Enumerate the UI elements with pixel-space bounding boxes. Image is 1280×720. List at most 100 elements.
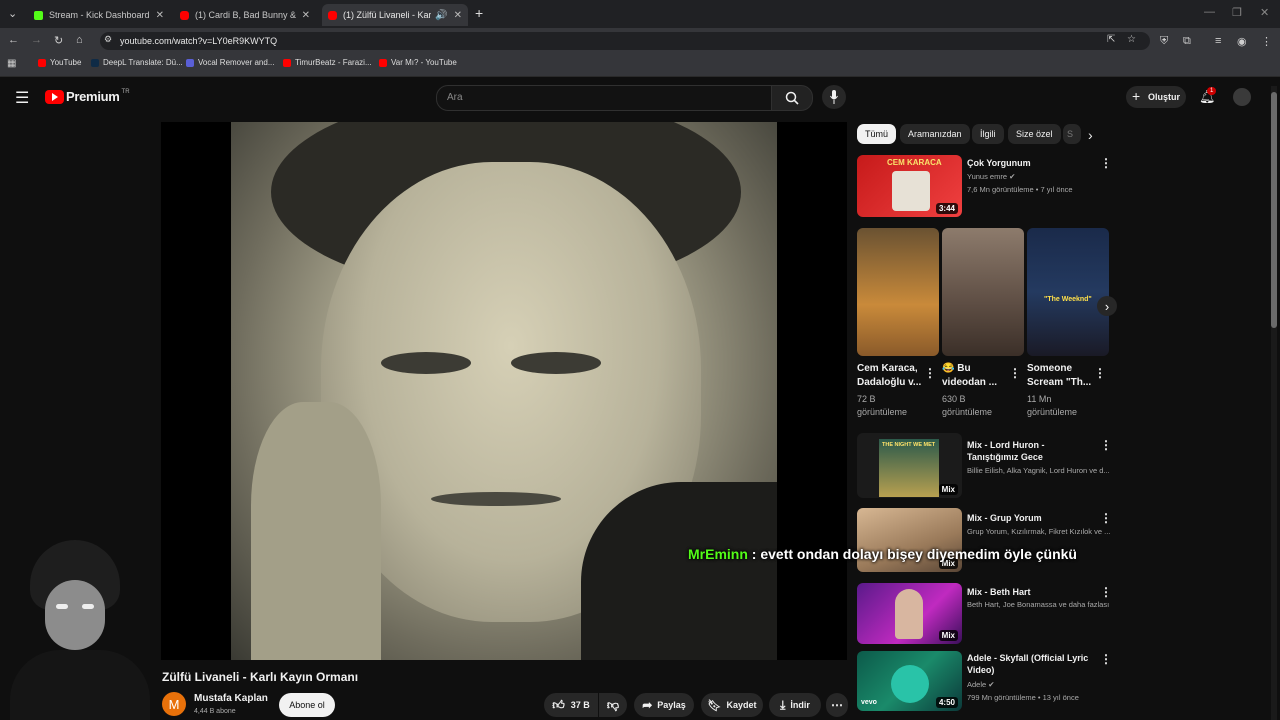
rec-thumbnail[interactable]: vevo 4:50 (857, 651, 962, 711)
url-field[interactable]: ⚙ youtube.com/watch?v=LY0eR9KWYTQ ⇱ ☆ (100, 32, 1150, 50)
rec-title[interactable]: Mix - Beth Hart (967, 586, 1092, 598)
site-info-icon[interactable]: ⚙ (104, 34, 112, 45)
more-vertical-icon[interactable]: ⋮ (1100, 156, 1112, 170)
hamburger-menu-icon[interactable]: ☰ (15, 88, 29, 108)
reload-icon[interactable]: ↻ (54, 34, 63, 47)
chip-related[interactable]: İlgili (972, 124, 1004, 144)
close-icon[interactable]: ✕ (454, 10, 462, 21)
bookmark-timurbeatz[interactable]: TimurBeatz - Farazi... (283, 58, 372, 67)
cast-icon[interactable]: ⇱ (1107, 34, 1115, 45)
short-thumbnail[interactable] (942, 228, 1024, 356)
media-control-icon[interactable]: ≡ (1215, 35, 1221, 47)
bookmark-var-mi[interactable]: Var Mı? - YouTube (379, 58, 457, 67)
bookmark-star-icon[interactable]: ☆ (1127, 34, 1136, 45)
subscribe-button[interactable]: Abone ol (279, 693, 335, 717)
more-vertical-icon[interactable]: ⋮ (1100, 652, 1112, 666)
avatar[interactable] (1233, 88, 1251, 106)
subscriber-count: 4,44 B abone (194, 708, 236, 715)
new-tab-button[interactable]: + (475, 5, 483, 21)
chevron-right-icon[interactable]: › (1088, 127, 1093, 143)
youtube-favicon-icon (38, 58, 46, 67)
short-title[interactable]: Cem Karaca, Dadaloğlu v... (857, 362, 921, 390)
youtube-favicon-icon (180, 10, 189, 20)
voice-search-button[interactable] (822, 85, 846, 109)
more-vertical-icon[interactable]: ⋮ (1009, 366, 1021, 380)
more-vertical-icon[interactable]: ⋮ (924, 366, 936, 380)
minimize-icon[interactable]: — (1204, 6, 1215, 18)
more-vertical-icon[interactable]: ⋮ (1094, 366, 1106, 380)
tab-youtube-cardi[interactable]: (1) Cardi B, Bad Bunny & J Balvin ✕ (174, 4, 316, 26)
shorts-next-button[interactable]: › (1097, 296, 1117, 316)
chat-message-overlay: MrEminn : evett ondan dolayı bişey diyem… (688, 546, 1077, 562)
search-input[interactable]: Ara (436, 85, 773, 111)
download-icon: ⤓ (780, 697, 786, 712)
deepl-favicon-icon (91, 58, 99, 67)
more-actions-button[interactable]: ⋯ (826, 693, 848, 717)
forward-icon[interactable]: → (31, 34, 42, 46)
close-icon[interactable]: ✕ (156, 10, 164, 21)
channel-avatar[interactable]: M (162, 692, 186, 716)
speaker-icon[interactable]: 🔊 (435, 10, 447, 21)
short-thumbnail[interactable] (857, 228, 939, 356)
rec-title[interactable]: Adele - Skyfall (Official Lyric Video) (967, 652, 1092, 676)
rec-thumbnail[interactable]: Mix (857, 583, 962, 644)
extensions-icon[interactable]: ⧉ (1183, 35, 1191, 48)
rec-thumbnail[interactable]: CEM KARACA 3:44 (857, 155, 962, 217)
verified-icon: ✔ (988, 680, 995, 689)
short-views: 72 Bgörüntüleme (857, 394, 908, 417)
scrollbar-thumb[interactable] (1271, 92, 1277, 328)
save-button[interactable]: 🔖︎ Kaydet (701, 693, 763, 717)
rec-title[interactable]: Mix - Lord Huron - Tanıştığımız Gece (967, 439, 1092, 463)
rec-channel: Grup Yorum, Kızılırmak, Fikret Kızılok v… (967, 527, 1111, 536)
chip-for-you[interactable]: Size özel (1008, 124, 1061, 144)
shield-extension-icon[interactable]: ⛨ (1160, 35, 1168, 48)
create-button[interactable]: + Oluştur (1126, 86, 1186, 108)
maximize-icon[interactable]: ❐ (1232, 6, 1242, 19)
share-button[interactable]: ➦ Paylaş (634, 693, 694, 717)
rec-thumbnail[interactable]: THE NIGHT WE MET Mix (857, 433, 962, 498)
short-title[interactable]: Someone Scream "Th... (1027, 362, 1091, 390)
share-arrow-icon: ➦ (642, 698, 653, 712)
bookmark-youtube[interactable]: YouTube (38, 58, 81, 67)
chip-all[interactable]: Tümü (857, 124, 897, 144)
short-thumbnail[interactable]: "The Weeknd" (1027, 228, 1109, 356)
more-vertical-icon[interactable]: ⋮ (1100, 585, 1112, 599)
browser-menu-icon[interactable]: ⋮ (1261, 35, 1272, 48)
more-vertical-icon[interactable]: ⋮ (1100, 438, 1112, 452)
back-icon[interactable]: ← (8, 34, 19, 46)
download-button[interactable]: ⤓ İndir (769, 693, 821, 717)
dislike-button[interactable]: 👎︎ (599, 693, 627, 717)
apps-grid-icon[interactable]: ▦ (7, 58, 16, 69)
youtube-logo-icon (45, 89, 64, 104)
page-scrollbar[interactable] (1271, 86, 1277, 720)
rec-thumbnail[interactable]: Mix (857, 508, 962, 572)
more-vertical-icon[interactable]: ⋮ (1100, 511, 1112, 525)
youtube-favicon-icon (283, 58, 291, 67)
short-title[interactable]: 😂 Bu videodan ... (942, 362, 997, 390)
youtube-favicon-icon (379, 58, 387, 67)
bookmark-deepl[interactable]: DeepL Translate: Dü... (91, 58, 183, 67)
close-icon[interactable]: ✕ (302, 10, 310, 21)
youtube-premium-logo[interactable]: Premium TR (45, 89, 130, 104)
search-icon (785, 91, 799, 105)
kick-favicon-icon (34, 10, 43, 20)
like-button[interactable]: 👍︎ 37 B (544, 693, 598, 717)
verified-icon: ✔ (1009, 172, 1016, 181)
rec-title[interactable]: Mix - Grup Yorum (967, 512, 1092, 524)
profile-icon[interactable]: ◉ (1237, 35, 1247, 48)
search-placeholder: Ara (447, 92, 463, 103)
channel-name[interactable]: Mustafa Kaplan (194, 693, 268, 704)
chip-more[interactable]: S (1063, 124, 1081, 144)
short-views: 630 Bgörüntüleme (942, 394, 993, 417)
home-icon[interactable]: ⌂ (76, 34, 83, 46)
bookmark-vocal-remover[interactable]: Vocal Remover and... (186, 58, 274, 67)
window-close-icon[interactable]: ✕ (1260, 6, 1269, 19)
rec-title[interactable]: Çok Yorgunum (967, 157, 1092, 169)
tab-search-icon[interactable]: ⌄ (8, 7, 17, 20)
rec-channel: Yunus emre ✔ (967, 172, 1016, 181)
tab-kick[interactable]: Stream - Kick Dashboard ✕ (28, 4, 170, 26)
chip-from-search[interactable]: Aramanızdan (900, 124, 970, 144)
search-button[interactable] (771, 85, 813, 111)
tab-youtube-active[interactable]: (1) Zülfü Livaneli - Karlı Kayın 🔊 ✕ (322, 4, 468, 26)
mix-badge: Mix (938, 484, 958, 495)
